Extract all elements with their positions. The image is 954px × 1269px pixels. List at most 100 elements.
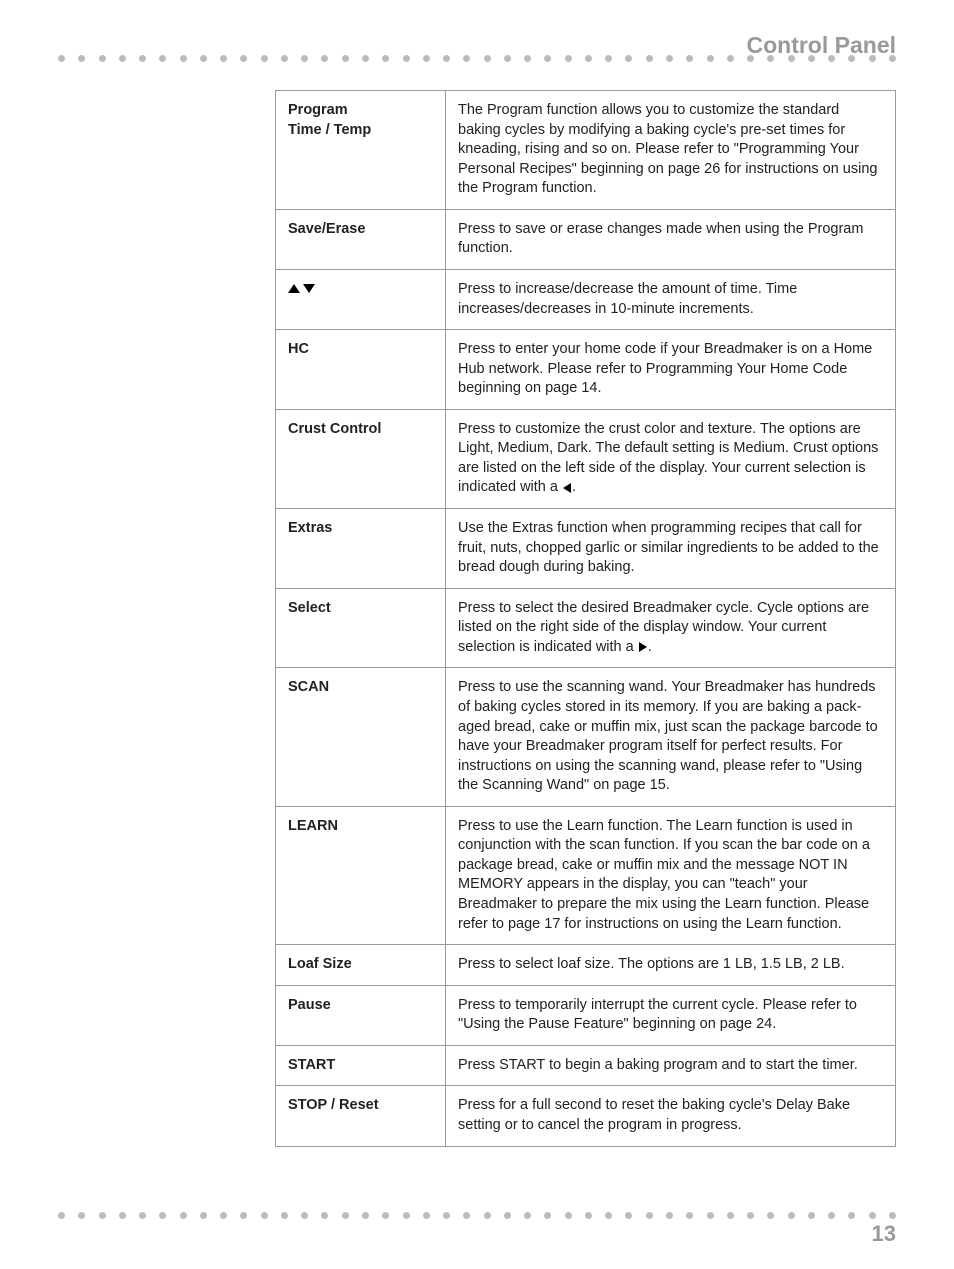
dot xyxy=(200,1212,207,1219)
row-label: Pause xyxy=(276,985,446,1045)
dot xyxy=(707,55,714,62)
dot xyxy=(585,55,592,62)
dot xyxy=(686,1212,693,1219)
row-label xyxy=(276,269,446,329)
dot xyxy=(828,1212,835,1219)
row-description: Press to use the Learn function. The Lea… xyxy=(446,806,896,944)
dot xyxy=(808,55,815,62)
table-row: LEARNPress to use the Learn function. Th… xyxy=(276,806,896,944)
dot xyxy=(808,1212,815,1219)
row-description: Press to save or erase changes made when… xyxy=(446,209,896,269)
dot xyxy=(119,55,126,62)
dot xyxy=(463,1212,470,1219)
dot xyxy=(362,55,369,62)
row-description: Press to select loaf size. The options a… xyxy=(446,945,896,986)
dot xyxy=(788,1212,795,1219)
dot xyxy=(281,1212,288,1219)
dot xyxy=(484,55,491,62)
dot xyxy=(727,1212,734,1219)
dot xyxy=(403,1212,410,1219)
row-description: Press to increase/decrease the amount of… xyxy=(446,269,896,329)
table-row: Crust ControlPress to customize the crus… xyxy=(276,409,896,508)
dot xyxy=(220,1212,227,1219)
dot xyxy=(281,55,288,62)
triangle-left-icon xyxy=(563,483,571,493)
dot xyxy=(524,55,531,62)
dot xyxy=(321,1212,328,1219)
row-label: LEARN xyxy=(276,806,446,944)
dot xyxy=(828,55,835,62)
triangle-down-icon xyxy=(303,284,315,293)
dot xyxy=(605,1212,612,1219)
dots-bottom xyxy=(58,1212,896,1219)
control-panel-table: ProgramTime / TempThe Program function a… xyxy=(275,90,896,1147)
dot xyxy=(747,1212,754,1219)
dot xyxy=(889,55,896,62)
dot xyxy=(403,55,410,62)
row-description: Use the Extras function when programming… xyxy=(446,509,896,589)
dot xyxy=(382,55,389,62)
dot xyxy=(342,1212,349,1219)
dot xyxy=(99,55,106,62)
dot xyxy=(159,55,166,62)
triangle-right-icon xyxy=(639,642,647,652)
dot xyxy=(504,55,511,62)
dot xyxy=(646,55,653,62)
row-label: STOP / Reset xyxy=(276,1086,446,1146)
dot xyxy=(220,55,227,62)
dot xyxy=(565,1212,572,1219)
dot xyxy=(180,1212,187,1219)
dot xyxy=(443,55,450,62)
row-label: Select xyxy=(276,588,446,668)
row-description: Press to select the desired Breadmaker c… xyxy=(446,588,896,668)
dot xyxy=(747,55,754,62)
dot xyxy=(625,1212,632,1219)
dot xyxy=(99,1212,106,1219)
row-description: Press for a full second to reset the bak… xyxy=(446,1086,896,1146)
dot xyxy=(180,55,187,62)
dot xyxy=(666,55,673,62)
dot xyxy=(605,55,612,62)
table-row: Save/ErasePress to save or erase changes… xyxy=(276,209,896,269)
dot xyxy=(524,1212,531,1219)
table-row: Press to increase/decrease the amount of… xyxy=(276,269,896,329)
dot xyxy=(78,1212,85,1219)
dot xyxy=(261,1212,268,1219)
dot xyxy=(301,1212,308,1219)
page-number: 13 xyxy=(872,1221,896,1247)
dot xyxy=(767,1212,774,1219)
dot xyxy=(565,55,572,62)
table-row: STARTPress START to begin a baking progr… xyxy=(276,1045,896,1086)
dot xyxy=(159,1212,166,1219)
row-label: Loaf Size xyxy=(276,945,446,986)
row-description: The Program function allows you to custo… xyxy=(446,91,896,210)
row-description: Press START to begin a baking program an… xyxy=(446,1045,896,1086)
table-row: STOP / ResetPress for a full second to r… xyxy=(276,1086,896,1146)
row-label: SCAN xyxy=(276,668,446,806)
dot xyxy=(544,1212,551,1219)
dot xyxy=(119,1212,126,1219)
triangle-up-icon xyxy=(288,284,300,293)
dot xyxy=(869,1212,876,1219)
dot xyxy=(382,1212,389,1219)
dot xyxy=(646,1212,653,1219)
table-row: HCPress to enter your home code if your … xyxy=(276,330,896,410)
dot xyxy=(767,55,774,62)
dot xyxy=(484,1212,491,1219)
row-label: Crust Control xyxy=(276,409,446,508)
dot xyxy=(423,1212,430,1219)
dot xyxy=(686,55,693,62)
row-label: ProgramTime / Temp xyxy=(276,91,446,210)
row-description: Press to customize the crust color and t… xyxy=(446,409,896,508)
dot xyxy=(869,55,876,62)
dot xyxy=(58,1212,65,1219)
dot xyxy=(200,55,207,62)
dot xyxy=(58,55,65,62)
dot xyxy=(625,55,632,62)
dot xyxy=(423,55,430,62)
dot xyxy=(240,55,247,62)
table-row: ExtrasUse the Extras function when progr… xyxy=(276,509,896,589)
dot xyxy=(240,1212,247,1219)
dot xyxy=(666,1212,673,1219)
table-row: ProgramTime / TempThe Program function a… xyxy=(276,91,896,210)
